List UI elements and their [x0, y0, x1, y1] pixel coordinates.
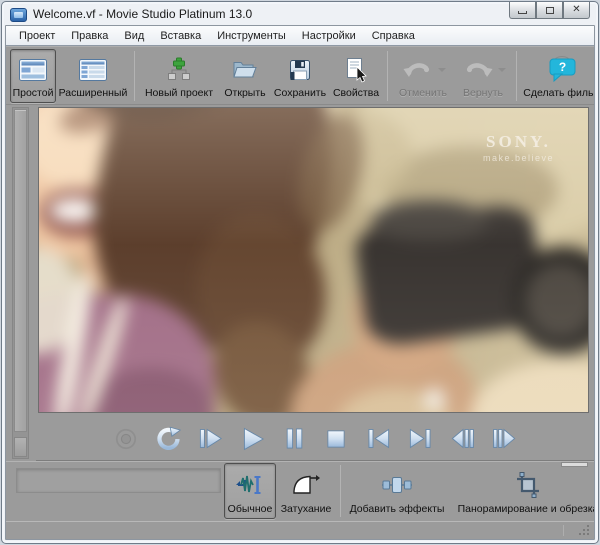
pan-crop-icon — [515, 466, 541, 503]
vertical-scrollbar[interactable] — [12, 107, 29, 459]
save-button[interactable]: Сохранить — [271, 49, 329, 103]
advanced-layout-icon — [78, 52, 108, 87]
toolbar-separator — [134, 51, 135, 101]
make-movie-label: Сделать фильм — [523, 87, 595, 99]
add-effects-label: Добавить эффекты — [349, 503, 445, 515]
add-effects-button[interactable]: Добавить эффекты — [345, 463, 449, 519]
edit-tools-panel: Обычное Затухание Добавить эффекты Панор… — [6, 461, 594, 521]
close-button[interactable]: ✕ — [563, 2, 590, 19]
main-toolbar: Простой Расширенный Новый проект Открыть — [6, 46, 594, 105]
properties-button[interactable]: Свойства — [329, 49, 383, 103]
fade-tool-label: Затухание — [280, 503, 332, 515]
advanced-view-button[interactable]: Расширенный — [56, 49, 130, 103]
menu-edit[interactable]: Правка — [63, 28, 116, 44]
properties-icon — [344, 52, 368, 87]
undo-button[interactable]: Отменить — [392, 49, 454, 103]
maximize-button[interactable] — [536, 2, 563, 19]
record-icon — [115, 428, 137, 449]
previous-frame-icon — [451, 428, 474, 449]
pause-button[interactable] — [279, 424, 309, 454]
new-project-icon — [165, 52, 193, 87]
redo-label: Вернуть — [462, 87, 503, 99]
fade-curve-icon — [291, 466, 321, 503]
minimize-button[interactable] — [509, 2, 536, 19]
normal-tool-label: Обычное — [227, 503, 273, 515]
loop-playback-icon — [156, 426, 181, 450]
undo-dropdown-arrow[interactable] — [437, 67, 446, 72]
redo-dropdown-arrow[interactable] — [497, 67, 506, 72]
menu-options[interactable]: Настройки — [294, 28, 364, 44]
question-glyph: ? — [559, 60, 566, 74]
next-frame-button[interactable] — [489, 424, 519, 454]
next-frame-icon — [492, 428, 515, 449]
save-floppy-icon — [288, 52, 312, 87]
loop-playback-button[interactable] — [153, 424, 183, 454]
properties-label: Свойства — [332, 87, 380, 99]
make-movie-balloon-icon: ? — [545, 52, 579, 87]
go-to-end-button[interactable] — [405, 424, 435, 454]
menu-insert[interactable]: Вставка — [152, 28, 209, 44]
client-area: Проект Правка Вид Вставка Инструменты На… — [5, 25, 595, 540]
redo-button[interactable]: Вернуть — [454, 49, 512, 103]
scrollbar-bottom-button[interactable] — [14, 437, 27, 457]
previous-frame-button[interactable] — [447, 424, 477, 454]
app-icon — [10, 7, 27, 22]
pan-crop-button[interactable]: Панорамирование и обрезка — [449, 463, 594, 519]
pan-crop-label: Панорамирование и обрезка — [457, 503, 594, 515]
go-to-end-icon — [409, 428, 431, 449]
play-from-start-icon — [199, 428, 222, 449]
play-button[interactable] — [237, 424, 267, 454]
preview-area: SONY. make.believe — [6, 105, 594, 461]
new-project-button[interactable]: Новый проект — [139, 49, 219, 103]
simple-view-button[interactable]: Простой — [10, 49, 56, 103]
sony-tagline-text: make.believe — [482, 153, 554, 163]
simple-layout-icon — [18, 52, 48, 87]
stop-button[interactable] — [321, 424, 351, 454]
video-preview: SONY. make.believe — [38, 107, 589, 413]
pause-icon — [286, 428, 302, 449]
advanced-view-label: Расширенный — [58, 87, 128, 99]
open-label: Открыть — [224, 87, 266, 99]
undo-icon — [401, 52, 446, 87]
menu-help[interactable]: Справка — [364, 28, 423, 44]
menu-bar: Проект Правка Вид Вставка Инструменты На… — [6, 26, 594, 46]
simple-view-label: Простой — [12, 87, 54, 99]
toolbar-separator — [516, 51, 517, 101]
menu-view[interactable]: Вид — [116, 28, 152, 44]
play-from-start-button[interactable] — [195, 424, 225, 454]
stop-icon — [327, 429, 345, 448]
edit-tools-row: Обычное Затухание Добавить эффекты Панор… — [224, 463, 594, 519]
open-button[interactable]: Открыть — [219, 49, 271, 103]
go-to-start-button[interactable] — [363, 424, 393, 454]
menu-tools[interactable]: Инструменты — [209, 28, 294, 44]
fade-tool-button[interactable]: Затухание — [276, 463, 336, 519]
toolbar-separator — [387, 51, 388, 101]
transport-bar — [36, 417, 594, 461]
redo-icon — [461, 52, 506, 87]
status-info-box — [16, 468, 221, 493]
normal-tool-button[interactable]: Обычное — [224, 463, 276, 519]
sony-watermark: SONY. make.believe — [483, 132, 554, 163]
resize-grip-icon[interactable] — [579, 524, 590, 535]
sony-logo-text: SONY. — [486, 132, 551, 151]
go-to-start-icon — [367, 428, 389, 449]
undo-label: Отменить — [399, 87, 447, 99]
save-label: Сохранить — [273, 87, 327, 99]
window-controls: ✕ — [509, 2, 590, 19]
status-bar — [6, 521, 594, 539]
title-bar[interactable]: Welcome.vf - Movie Studio Platinum 13.0 … — [2, 2, 598, 25]
statusbar-divider — [563, 525, 564, 536]
vertical-scrollbar-thumb[interactable] — [14, 109, 27, 432]
toolbar-separator — [340, 465, 341, 517]
menu-project[interactable]: Проект — [11, 28, 63, 44]
add-effects-icon — [380, 466, 414, 503]
window-title: Welcome.vf - Movie Studio Platinum 13.0 — [33, 7, 253, 21]
normal-edit-tool-icon — [235, 466, 265, 503]
open-folder-icon — [231, 52, 259, 87]
make-movie-button[interactable]: ? Сделать фильм — [521, 49, 595, 103]
record-button[interactable] — [111, 424, 141, 454]
play-icon — [243, 427, 265, 450]
app-window: Welcome.vf - Movie Studio Platinum 13.0 … — [1, 1, 599, 544]
new-project-label: Новый проект — [144, 87, 214, 99]
